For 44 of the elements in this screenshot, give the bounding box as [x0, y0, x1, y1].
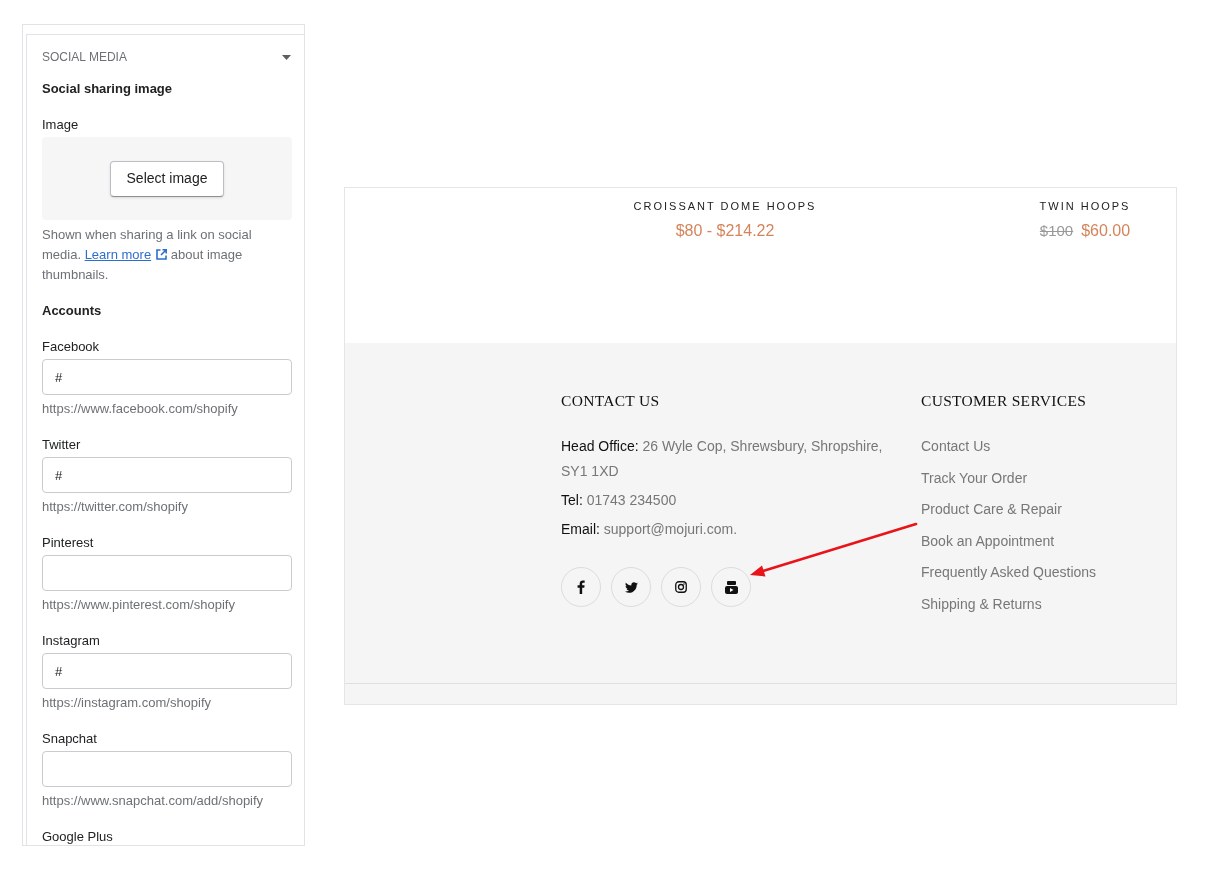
section-header[interactable]: SOCIAL MEDIA: [42, 49, 292, 65]
section-heading: Social sharing image: [42, 80, 174, 98]
field-label: Pinterest: [42, 534, 95, 552]
text-field[interactable]: [42, 555, 292, 591]
footer-heading: CUSTOMER SERVICES: [921, 391, 1088, 411]
product-title[interactable]: TWIN HOOPS: [1039, 198, 1131, 214]
external-link-icon: [156, 249, 168, 260]
field-hint: https://www.snapchat.com/add/shopify: [42, 792, 265, 810]
field-hint: https://www.pinterest.com/shopify: [42, 596, 236, 614]
contact-info-line: Tel: 01743 234500: [561, 491, 678, 510]
youtube-icon: [724, 580, 738, 594]
field-label: Instagram: [42, 632, 101, 650]
text-field[interactable]: [42, 751, 292, 787]
help-text: Shown when sharing a link on social media. Learn more about image thumbnails.: [42, 226, 253, 284]
footer-heading: CONTACT US: [561, 391, 661, 411]
learn-more-link[interactable]: Learn more: [84, 247, 168, 262]
footer-link[interactable]: Contact Us: [921, 434, 991, 459]
field-label: Image: [42, 116, 80, 134]
footer-link[interactable]: Product Care & Repair: [921, 497, 1062, 523]
footer-link[interactable]: Frequently Asked Questions: [921, 560, 1097, 586]
field-label: Snapchat: [42, 730, 98, 748]
text-field[interactable]: #: [42, 359, 292, 395]
facebook-icon: [577, 580, 585, 594]
section-heading: Accounts: [42, 302, 103, 320]
text-field[interactable]: #: [42, 457, 292, 493]
field-label: Google Plus: [42, 828, 114, 845]
instagram-icon: [675, 581, 687, 593]
footer-link[interactable]: Track Your Order: [921, 465, 1028, 491]
product-title[interactable]: CROISSANT DOME HOOPS: [633, 198, 817, 214]
product-price: $80 - $214.22: [675, 221, 775, 241]
field-label: Facebook: [42, 338, 101, 356]
contact-info-line: Email: support@mojuri.com.: [561, 520, 739, 539]
field-label: Twitter: [42, 436, 82, 454]
field-hint: https://instagram.com/shopify: [42, 694, 213, 712]
twitter-icon: [624, 581, 638, 593]
footer-link[interactable]: Book an Appointment: [921, 528, 1055, 554]
select-image-button[interactable]: Select image: [109, 160, 225, 197]
field-hint: https://twitter.com/shopify: [42, 498, 189, 516]
compare-at-price: $100: [1039, 221, 1074, 241]
field-hint: https://www.facebook.com/shopify: [42, 400, 239, 418]
footer-link[interactable]: Shipping & Returns: [921, 591, 1042, 617]
contact-info-line: Head Office: 26 Wyle Cop, Shrewsbury, Shropshire, SY1 1XD: [561, 437, 884, 481]
product-price: $60.00: [1081, 221, 1131, 241]
text-field[interactable]: #: [42, 653, 292, 689]
